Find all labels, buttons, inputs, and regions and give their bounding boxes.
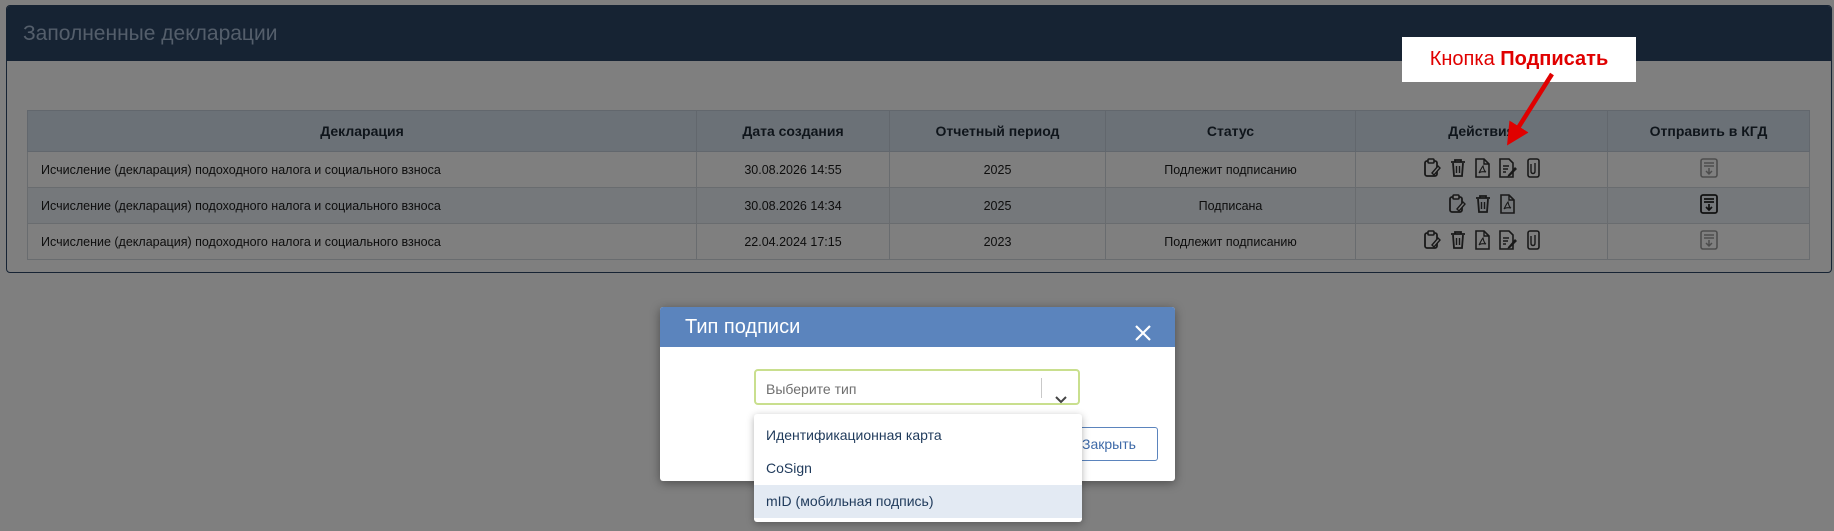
close-icon[interactable] — [1133, 317, 1153, 357]
option-cosign[interactable]: CoSign — [754, 452, 1082, 485]
modal-header: Тип подписи — [660, 307, 1175, 347]
option-mid[interactable]: mID (мобильная подпись) — [754, 485, 1082, 518]
chevron-down-icon[interactable] — [1054, 382, 1068, 418]
select-placeholder: Выберите тип — [766, 381, 857, 397]
select-separator — [1041, 378, 1042, 398]
signature-type-dropdown: Идентификационная карта CoSign mID (моби… — [754, 414, 1082, 522]
modal-title: Тип подписи — [685, 316, 801, 338]
option-id-card[interactable]: Идентификационная карта — [754, 419, 1082, 452]
signature-type-select[interactable]: Выберите тип — [754, 369, 1080, 405]
annotation-arrow-sign — [1507, 72, 1554, 146]
